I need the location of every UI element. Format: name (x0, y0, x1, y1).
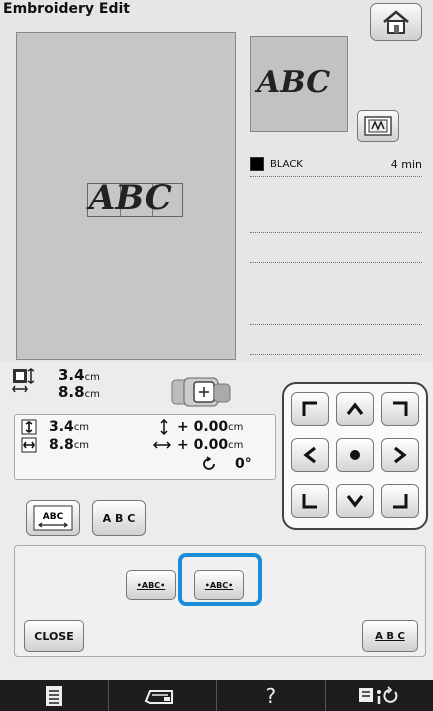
vertical-move-icon (160, 419, 168, 435)
embroidery-canvas[interactable]: ABC (16, 32, 236, 360)
horizontal-move-icon (153, 441, 171, 449)
move-right-button[interactable] (381, 438, 419, 472)
size-height-unit: cm (84, 372, 100, 383)
decrease-spacing-button[interactable]: •ABC• (126, 570, 176, 600)
thread-color-row[interactable]: BLACK 4 min (250, 155, 426, 173)
document-button[interactable] (0, 680, 109, 711)
bottom-bar: ? (0, 680, 433, 711)
pattern-size-display: 3.4cm 8.8cm (12, 368, 100, 402)
move-down-button[interactable] (336, 484, 374, 518)
size-width-value: 8.8 (58, 383, 85, 401)
document-icon (45, 685, 62, 706)
info-offset-v-unit: cm (228, 421, 244, 433)
chevron-left-icon (303, 446, 316, 464)
width-arrow-icon (21, 437, 37, 453)
settings-icon (359, 685, 398, 704)
info-rotation: 0° (235, 456, 252, 472)
move-down-left-button[interactable] (291, 484, 329, 518)
center-button[interactable] (336, 438, 374, 472)
edit-info-box: 3.4 cm 8.8 cm + 0.00 cm + 0.00 cm 0° (14, 414, 276, 480)
thread-color-name: BLACK (270, 158, 303, 170)
abc-button-label: A B C (375, 630, 405, 642)
info-offset-h-unit: cm (228, 439, 244, 451)
home-icon (383, 10, 409, 34)
sewing-machine-button[interactable] (108, 680, 217, 711)
move-up-button[interactable] (336, 392, 374, 426)
array-icon: ABC (33, 505, 73, 531)
canvas-pattern-text: ABC (89, 178, 172, 218)
divider (250, 262, 422, 263)
character-spacing-option-button[interactable]: A B C (92, 500, 146, 536)
thread-color-time: 4 min (390, 157, 422, 171)
selection-highlight (178, 553, 262, 606)
chevron-right-icon (394, 446, 407, 464)
direction-pad (282, 382, 428, 530)
move-up-left-button[interactable] (291, 392, 329, 426)
center-dot-icon (350, 450, 360, 460)
corner-down-left-icon (302, 494, 317, 509)
settings-button[interactable] (325, 680, 433, 711)
height-arrow-icon (21, 419, 37, 435)
size-height-value: 3.4 (58, 366, 85, 384)
size-width-unit: cm (84, 389, 100, 400)
chevron-down-icon (346, 495, 364, 508)
thread-color-button[interactable] (357, 110, 399, 142)
close-button-label: CLOSE (34, 629, 74, 643)
close-button[interactable]: CLOSE (24, 620, 84, 652)
abc-button[interactable]: A B C (362, 620, 418, 652)
divider (250, 324, 422, 325)
corner-down-right-icon (393, 494, 408, 509)
help-button[interactable]: ? (217, 680, 326, 711)
move-up-right-button[interactable] (381, 392, 419, 426)
window-title: Embroidery Edit (3, 1, 130, 17)
preview-pattern-text: ABC (257, 65, 331, 100)
info-width-value: 8.8 (49, 437, 74, 453)
sewing-machine-icon (144, 689, 174, 704)
thread-palette-icon (364, 116, 392, 136)
corner-up-left-icon (302, 401, 317, 416)
rotation-icon (203, 456, 215, 470)
pattern-preview: ABC (250, 36, 348, 132)
help-label: ? (265, 683, 277, 708)
move-left-button[interactable] (291, 438, 329, 472)
divider (250, 354, 422, 355)
size-icon (12, 368, 35, 393)
info-offset-h: + 0.00 (177, 437, 229, 453)
move-down-right-button[interactable] (381, 484, 419, 518)
divider (250, 176, 422, 177)
character-spacing-label: A B C (102, 511, 136, 525)
decrease-spacing-label: •ABC• (136, 580, 166, 590)
array-option-button[interactable]: ABC (26, 500, 80, 536)
divider (250, 232, 422, 233)
array-icon-text: ABC (43, 512, 64, 522)
color-swatch (250, 157, 264, 171)
info-height-unit: cm (73, 421, 90, 433)
corner-up-right-icon (393, 401, 408, 416)
home-button[interactable] (370, 3, 422, 41)
chevron-up-icon (346, 402, 364, 415)
info-width-unit: cm (73, 439, 90, 451)
hoop-icon (171, 377, 231, 407)
info-offset-v: + 0.00 (177, 419, 229, 435)
info-height-value: 3.4 (49, 419, 74, 435)
